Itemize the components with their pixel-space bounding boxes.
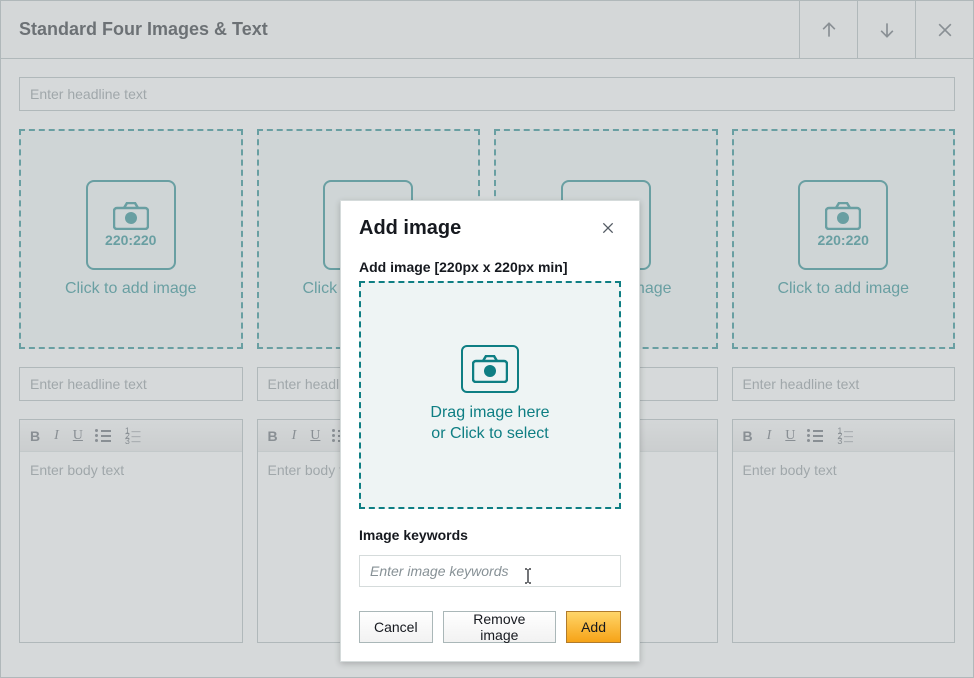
modal-footer: Cancel Remove image Add bbox=[341, 587, 639, 661]
cancel-button[interactable]: Cancel bbox=[359, 611, 433, 643]
add-image-modal: Add image Add image [220px x 220px min] … bbox=[340, 200, 640, 662]
close-icon bbox=[600, 220, 616, 236]
keywords-label: Image keywords bbox=[359, 527, 621, 543]
dropzone-text: Drag image here or Click to select bbox=[430, 403, 549, 445]
modal-close-button[interactable] bbox=[595, 215, 621, 241]
modal-header: Add image bbox=[341, 201, 639, 249]
modal-title: Add image bbox=[359, 217, 595, 240]
dropzone-line1: Drag image here bbox=[430, 403, 549, 424]
dropzone-line2: or Click to select bbox=[430, 424, 549, 445]
dropzone-camera-box bbox=[461, 345, 519, 393]
keywords-input[interactable] bbox=[359, 555, 621, 587]
add-image-field-label: Add image [220px x 220px min] bbox=[359, 259, 621, 275]
keywords-section: Image keywords bbox=[359, 527, 621, 587]
remove-image-button[interactable]: Remove image bbox=[443, 611, 556, 643]
add-button[interactable]: Add bbox=[566, 611, 621, 643]
modal-body: Add image [220px x 220px min] Drag image… bbox=[341, 249, 639, 587]
camera-icon bbox=[472, 355, 508, 383]
image-dropzone[interactable]: Drag image here or Click to select bbox=[359, 281, 621, 509]
